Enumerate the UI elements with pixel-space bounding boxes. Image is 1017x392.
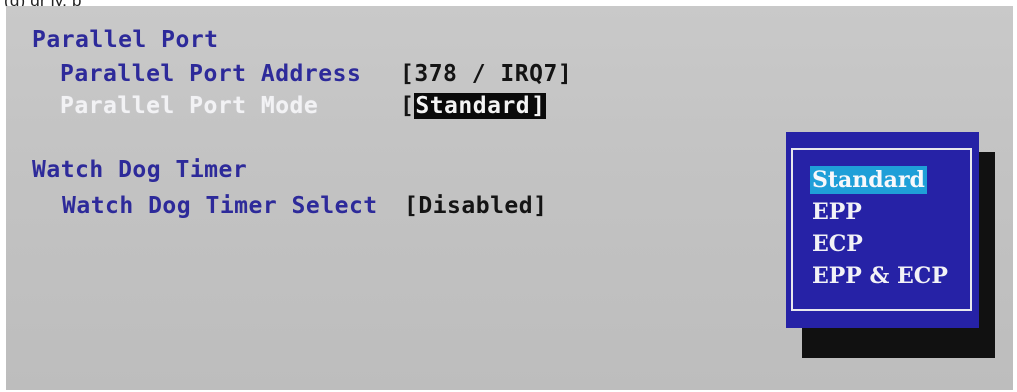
- mode-open-bracket: [: [400, 93, 415, 119]
- watch-dog-timer-select-label[interactable]: Watch Dog Timer Select: [62, 192, 378, 220]
- section-heading-parallel-port: Parallel Port: [32, 27, 219, 53]
- parallel-port-mode-value[interactable]: [Standard]: [400, 92, 546, 120]
- watch-dog-timer-select-value[interactable]: [Disabled]: [404, 192, 547, 220]
- mode-options-popup: Standard EPP ECP EPP & ECP: [786, 132, 979, 328]
- popup-option-ecp[interactable]: ECP: [810, 230, 865, 258]
- bios-screen: Parallel Port Parallel Port Address [378…: [6, 6, 1013, 390]
- popup-option-epp[interactable]: EPP: [810, 198, 864, 226]
- popup-option-standard[interactable]: Standard: [810, 166, 927, 194]
- mode-close-bracket: ]: [531, 93, 546, 119]
- section-heading-watch-dog-timer: Watch Dog Timer: [32, 157, 248, 183]
- mode-selected-value: Standard: [414, 93, 532, 119]
- parallel-port-address-label[interactable]: Parallel Port Address: [60, 60, 361, 88]
- popup-option-epp-and-ecp[interactable]: EPP & ECP: [810, 262, 950, 290]
- parallel-port-mode-label[interactable]: Parallel Port Mode: [60, 92, 318, 120]
- parallel-port-address-value[interactable]: [378 / IRQ7]: [400, 60, 572, 88]
